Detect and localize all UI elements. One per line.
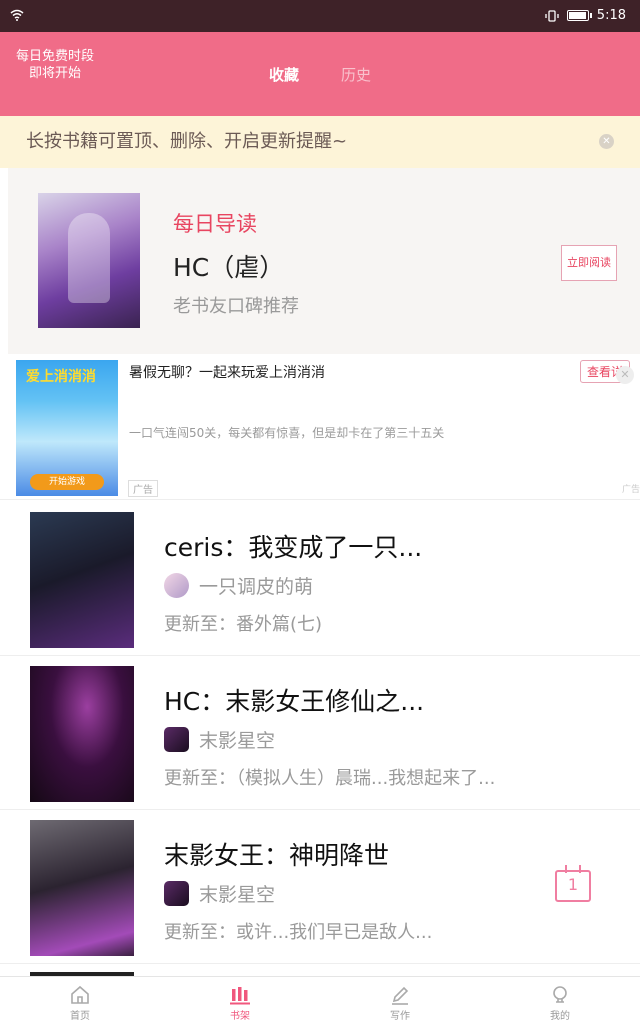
list-item[interactable]: HC：末影女王修仙之... 末影星空 更新至：（模拟人生）晨瑞...我想起来了.… <box>0 656 640 810</box>
status-bar: 5:18 <box>0 0 640 32</box>
avatar <box>164 881 189 906</box>
ad-banner[interactable]: 爱上消消消 开始游戏 暑假无聊？一起来玩爱上消消消 一口气连闯50关，每关都有惊… <box>0 356 640 500</box>
daily-recommendation-card[interactable]: 每日导读 HC（虐） 老书友口碑推荐 立即阅读 <box>8 168 640 354</box>
wifi-icon <box>10 9 24 21</box>
tab-write-label: 写作 <box>390 1011 410 1022</box>
author-name: 末影星空 <box>199 730 276 752</box>
read-now-button[interactable]: 立即阅读 <box>561 245 617 281</box>
avatar <box>164 573 189 598</box>
list-item[interactable]: ceris：我变成了一只... 一只调皮的萌 更新至：番外篇(七) <box>0 502 640 656</box>
ad-description: 一口气连闯50关，每关都有惊喜，但是却卡在了第三十五关 <box>129 426 445 440</box>
ad-thumbnail[interactable]: 爱上消消消 开始游戏 <box>16 360 118 496</box>
list-item[interactable]: 末影女王：神明降世 末影星空 更新至：或许...我们早已是敌人... 1 <box>0 810 640 964</box>
home-icon <box>71 985 89 1004</box>
tab-me-label: 我的 <box>550 1011 570 1022</box>
tab-write[interactable]: 写作 <box>320 977 480 1024</box>
book-author: 一只调皮的萌 <box>164 572 313 599</box>
book-title[interactable]: 末影女王：神明降世 <box>164 836 389 872</box>
author-name: 末影星空 <box>199 884 276 906</box>
ad-headline[interactable]: 暑假无聊？一起来玩爱上消消消 <box>129 362 325 382</box>
daily-book-cover[interactable] <box>38 193 140 328</box>
book-update: 更新至：或许...我们早已是敌人... <box>164 922 433 943</box>
ad-thumb-button: 开始游戏 <box>30 474 104 490</box>
book-author: 末影星空 <box>164 726 275 753</box>
ad-tag: 广告 <box>128 480 158 497</box>
tip-notice: 长按书籍可置顶、删除、开启更新提醒~ ✕ <box>0 116 640 168</box>
book-title[interactable]: HC：末影女王修仙之... <box>164 682 424 718</box>
book-title[interactable]: ceris：我变成了一只... <box>164 528 422 564</box>
vibrate-icon <box>545 9 559 22</box>
user-icon <box>553 986 567 1003</box>
bookshelf-icon <box>230 987 250 1005</box>
ad-thumb-title: 爱上消消消 <box>26 369 96 385</box>
book-cover[interactable] <box>30 820 134 956</box>
ad-mark: 广告 <box>621 485 640 495</box>
book-update: 更新至：番外篇(七) <box>164 614 323 635</box>
tab-history[interactable]: 历史 <box>341 64 371 85</box>
tab-bookshelf[interactable]: 书架 <box>160 977 320 1024</box>
tab-bookshelf-label: 书架 <box>230 1011 250 1022</box>
battery-icon <box>566 10 592 21</box>
clock-text: 5:18 <box>596 8 626 23</box>
book-author: 末影星空 <box>164 880 275 907</box>
avatar <box>164 727 189 752</box>
daily-subtitle: 老书友口碑推荐 <box>173 296 299 317</box>
bottom-tab-bar: 首页 书架 写作 我的 <box>0 976 640 1024</box>
tip-text: 长按书籍可置顶、删除、开启更新提醒~ <box>26 131 348 152</box>
book-cover[interactable] <box>30 512 134 648</box>
tab-home[interactable]: 首页 <box>0 977 160 1024</box>
tab-home-label: 首页 <box>70 1011 90 1022</box>
free-period-line1: 每日免费时段 <box>16 49 95 64</box>
tab-me[interactable]: 我的 <box>480 977 640 1024</box>
daily-label: 每日导读 <box>173 212 257 236</box>
app-header: 每日免费时段 即将开始 收藏 历史 <box>0 32 640 116</box>
pen-icon <box>392 986 409 1005</box>
close-icon[interactable]: ✕ <box>599 134 614 149</box>
daily-book-title[interactable]: HC（虐） <box>173 248 284 284</box>
calendar-icon[interactable]: 1 <box>555 865 591 902</box>
close-icon[interactable]: ✕ <box>616 366 634 384</box>
book-cover[interactable] <box>30 666 134 802</box>
book-update: 更新至：（模拟人生）晨瑞...我想起来了... <box>164 768 496 789</box>
calendar-day: 1 <box>567 875 579 894</box>
header-tabs: 收藏 历史 <box>0 64 640 85</box>
author-name: 一只调皮的萌 <box>199 576 314 598</box>
tab-favorites[interactable]: 收藏 <box>269 64 299 85</box>
